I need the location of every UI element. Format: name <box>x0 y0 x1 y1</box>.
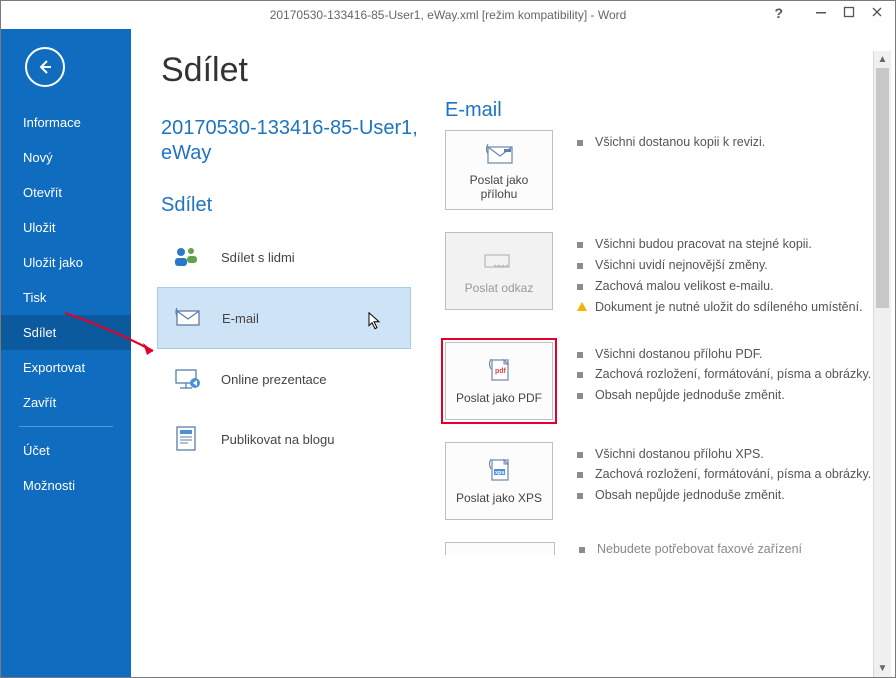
send-link-button: Poslat odkaz <box>445 232 553 310</box>
bullet-item-cutoff: Nebudete potřebovat faxové zařízení <box>579 542 802 556</box>
nav-tisk[interactable]: Tisk <box>1 280 131 315</box>
bullet-item: Všichni dostanou přílohu PDF. <box>577 346 873 363</box>
nav-sdilet[interactable]: Sdílet <box>1 315 131 350</box>
bullet-item: Všichni budou pracovat na stejné kopii. <box>577 236 873 253</box>
pdf-bullets: Všichni dostanou přílohu PDF. Zachová ro… <box>577 342 873 409</box>
share-option-label: Sdílet s lidmi <box>221 250 295 265</box>
nav-otevrit[interactable]: Otevřít <box>1 175 131 210</box>
card-label: Poslat jako PDF <box>456 391 542 405</box>
titlebar: 20170530-133416-85-User1, eWay.xml [reži… <box>1 1 895 29</box>
presentation-icon <box>171 363 203 395</box>
attachment-icon <box>482 139 516 169</box>
page-title: Sdílet <box>161 51 421 90</box>
share-option-label: Publikovat na blogu <box>221 432 334 447</box>
scroll-track[interactable] <box>874 68 891 660</box>
help-icon[interactable]: ? <box>774 5 783 21</box>
bullet-item: Obsah nepůjde jednoduše změnit. <box>577 487 873 504</box>
share-heading: Sdílet <box>161 194 421 217</box>
mail-icon <box>172 302 204 334</box>
minimize-button[interactable] <box>807 1 835 23</box>
bullet-item: Všichni dostanou kopii k revizi. <box>577 134 873 151</box>
email-option-fax-row: Nebudete potřebovat faxové zařízení <box>445 542 873 556</box>
email-option-attachment-row: Poslat jako přílohu Všichni dostanou kop… <box>445 130 873 210</box>
backstage-sidebar: Informace Nový Otevřít Uložit Uložit jak… <box>1 29 131 677</box>
share-option-label: E-mail <box>222 311 259 326</box>
svg-text:pdf: pdf <box>495 368 507 375</box>
share-with-people[interactable]: Sdílet s lidmi <box>157 227 421 287</box>
share-online-presentation[interactable]: Online prezentace <box>157 349 421 409</box>
people-icon <box>171 241 203 273</box>
vertical-scrollbar[interactable]: ▲ ▼ <box>873 51 891 677</box>
bullet-item: Všichni uvidí nejnovější změny. <box>577 257 873 274</box>
share-email[interactable]: E-mail <box>157 287 411 349</box>
attachment-bullets: Všichni dostanou kopii k revizi. <box>577 130 873 155</box>
pdf-icon: pdf <box>483 357 515 387</box>
fax-card-cutoff <box>445 542 555 555</box>
bullet-warning: Dokument je nutné uložit do sdíleného um… <box>577 299 873 316</box>
email-heading: E-mail <box>445 99 873 122</box>
nav-zavrit[interactable]: Zavřít <box>1 385 131 420</box>
document-name: 20170530-133416-85-User1, eWay <box>161 116 421 166</box>
back-button[interactable] <box>25 47 65 87</box>
cursor-icon <box>368 312 382 333</box>
scroll-down-button[interactable]: ▼ <box>874 660 891 677</box>
xps-bullets: Všichni dostanou přílohu XPS. Zachová ro… <box>577 442 873 509</box>
send-as-attachment-button[interactable]: Poslat jako přílohu <box>445 130 553 210</box>
nav-novy[interactable]: Nový <box>1 140 131 175</box>
bullet-item: Zachová malou velikost e-mailu. <box>577 278 873 295</box>
share-left-column: Sdílet 20170530-133416-85-User1, eWay Sd… <box>131 29 421 677</box>
scroll-thumb[interactable] <box>876 68 889 308</box>
email-option-pdf-row: pdf Poslat jako PDF Všichni dostanou pří… <box>445 342 873 420</box>
link-bullets: Všichni budou pracovat na stejné kopii. … <box>577 232 873 320</box>
bullet-item: Zachová rozložení, formátování, písma a … <box>577 466 873 483</box>
share-publish-blog[interactable]: Publikovat na blogu <box>157 409 421 469</box>
nav-ulozit-jako[interactable]: Uložit jako <box>1 245 131 280</box>
window-title: 20170530-133416-85-User1, eWay.xml [reži… <box>270 8 627 22</box>
card-label: Poslat odkaz <box>465 281 534 295</box>
nav-ulozit[interactable]: Uložit <box>1 210 131 245</box>
close-button[interactable] <box>863 1 891 23</box>
share-right-column: E-mail Poslat jako přílohu Všichni dosta… <box>421 29 895 677</box>
bullet-item: Obsah nepůjde jednoduše změnit. <box>577 387 873 404</box>
link-icon <box>482 247 516 277</box>
email-option-xps-row: xps Poslat jako XPS Všichni dostanou pří… <box>445 442 873 520</box>
xps-icon: xps <box>483 457 515 487</box>
bullet-item: Všichni dostanou přílohu XPS. <box>577 446 873 463</box>
send-as-pdf-button[interactable]: pdf Poslat jako PDF <box>445 342 553 420</box>
svg-text:xps: xps <box>495 470 504 476</box>
maximize-button[interactable] <box>835 1 863 23</box>
send-as-xps-button[interactable]: xps Poslat jako XPS <box>445 442 553 520</box>
nav-separator <box>19 426 113 427</box>
backstage-main: Sdílet 20170530-133416-85-User1, eWay Sd… <box>131 29 895 677</box>
nav-ucet[interactable]: Účet <box>1 433 131 468</box>
scroll-up-button[interactable]: ▲ <box>874 51 891 68</box>
blog-icon <box>171 423 203 455</box>
nav-informace[interactable]: Informace <box>1 105 131 140</box>
share-option-label: Online prezentace <box>221 372 327 387</box>
bullet-item: Zachová rozložení, formátování, písma a … <box>577 366 873 383</box>
nav-exportovat[interactable]: Exportovat <box>1 350 131 385</box>
nav-moznosti[interactable]: Možnosti <box>1 468 131 503</box>
card-label: Poslat jako XPS <box>456 491 542 505</box>
card-label: Poslat jako přílohu <box>450 173 548 201</box>
email-option-link-row: Poslat odkaz Všichni budou pracovat na s… <box>445 232 873 320</box>
